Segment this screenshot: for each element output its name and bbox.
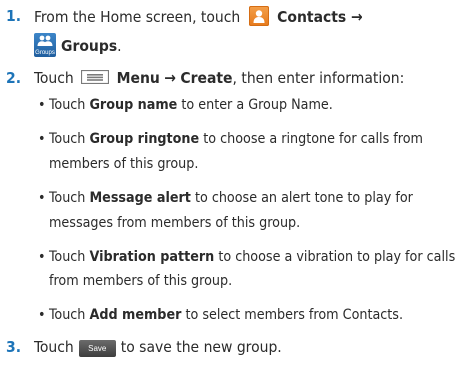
- step-text: From the Home screen, touch Contacts →: [34, 6, 363, 27]
- bullet-post: to choose a vibration to play for calls: [214, 249, 456, 265]
- bullet-pre: Touch: [49, 131, 90, 147]
- bullet-dot: •: [38, 190, 46, 206]
- groups-label: Groups: [61, 37, 118, 55]
- bullet-text: Touch Group name to enter a Group Name.: [49, 95, 333, 115]
- bullet-bold: Vibration pattern: [89, 249, 215, 265]
- bullet-text: Touch Message alert to choose an alert t…: [49, 188, 413, 208]
- bullet-dot: •: [38, 249, 46, 265]
- bullet-bold: Message alert: [89, 190, 191, 206]
- step-text: Touch Menu → Create, then enter informat…: [34, 68, 404, 88]
- contacts-label: Contacts →: [277, 8, 363, 26]
- groups-icon: Groups: [34, 33, 56, 57]
- step-number: 2.: [6, 69, 22, 87]
- bullet-pre: Touch: [49, 190, 90, 206]
- bullet-text: Touch Vibration pattern to choose a vibr…: [49, 247, 455, 267]
- bullet-text: members of this group.: [49, 156, 199, 172]
- save-button: Save: [78, 340, 116, 357]
- step-number: 1.: [6, 7, 22, 25]
- bullet-pre: Touch: [49, 307, 90, 323]
- step-rest: to save the new group.: [120, 338, 282, 356]
- bullet-dot: •: [38, 97, 46, 113]
- step-period: .: [117, 37, 122, 55]
- step-text: Touch Save to save the new group.: [34, 337, 282, 357]
- bullet-text: Touch Group ringtone to choose a rington…: [49, 129, 423, 149]
- bullet-pre: Touch: [49, 249, 90, 265]
- bullet-post: to choose an alert tone to play for: [190, 190, 413, 206]
- step-rest: , then enter information:: [232, 69, 405, 87]
- create-label: Create: [180, 69, 233, 87]
- step-intro: Touch: [34, 338, 74, 356]
- bullet-bold: Group ringtone: [89, 131, 200, 147]
- bullet-dot: •: [38, 307, 46, 323]
- bullet-bold: Group name: [89, 97, 178, 113]
- arrow: →: [164, 69, 176, 87]
- bullet-text: messages from members of this group.: [49, 215, 301, 231]
- bullet-text: from members of this group.: [49, 273, 233, 289]
- menu-label: Menu: [116, 69, 160, 87]
- step-intro: From the Home screen, touch: [34, 8, 241, 26]
- menu-key-icon: [81, 69, 110, 85]
- instruction-document: 1. From the Home screen, touch Contacts …: [0, 0, 466, 367]
- bullet-post: to choose a ringtone for calls from: [199, 131, 423, 147]
- step-text: Groups Groups.: [34, 33, 122, 57]
- bullet-text: Touch Add member to select members from …: [49, 305, 403, 325]
- bullet-bold: Add member: [89, 307, 182, 323]
- groups-icon-caption: Groups: [35, 50, 55, 56]
- step-intro: Touch: [34, 69, 74, 87]
- step-number: 3.: [6, 338, 22, 356]
- contacts-app-icon: [248, 6, 269, 26]
- bullet-post: to enter a Group Name.: [177, 97, 333, 113]
- bullet-pre: Touch: [49, 97, 90, 113]
- bullet-post: to select members from Contacts.: [181, 307, 404, 323]
- bullet-dot: •: [38, 131, 46, 147]
